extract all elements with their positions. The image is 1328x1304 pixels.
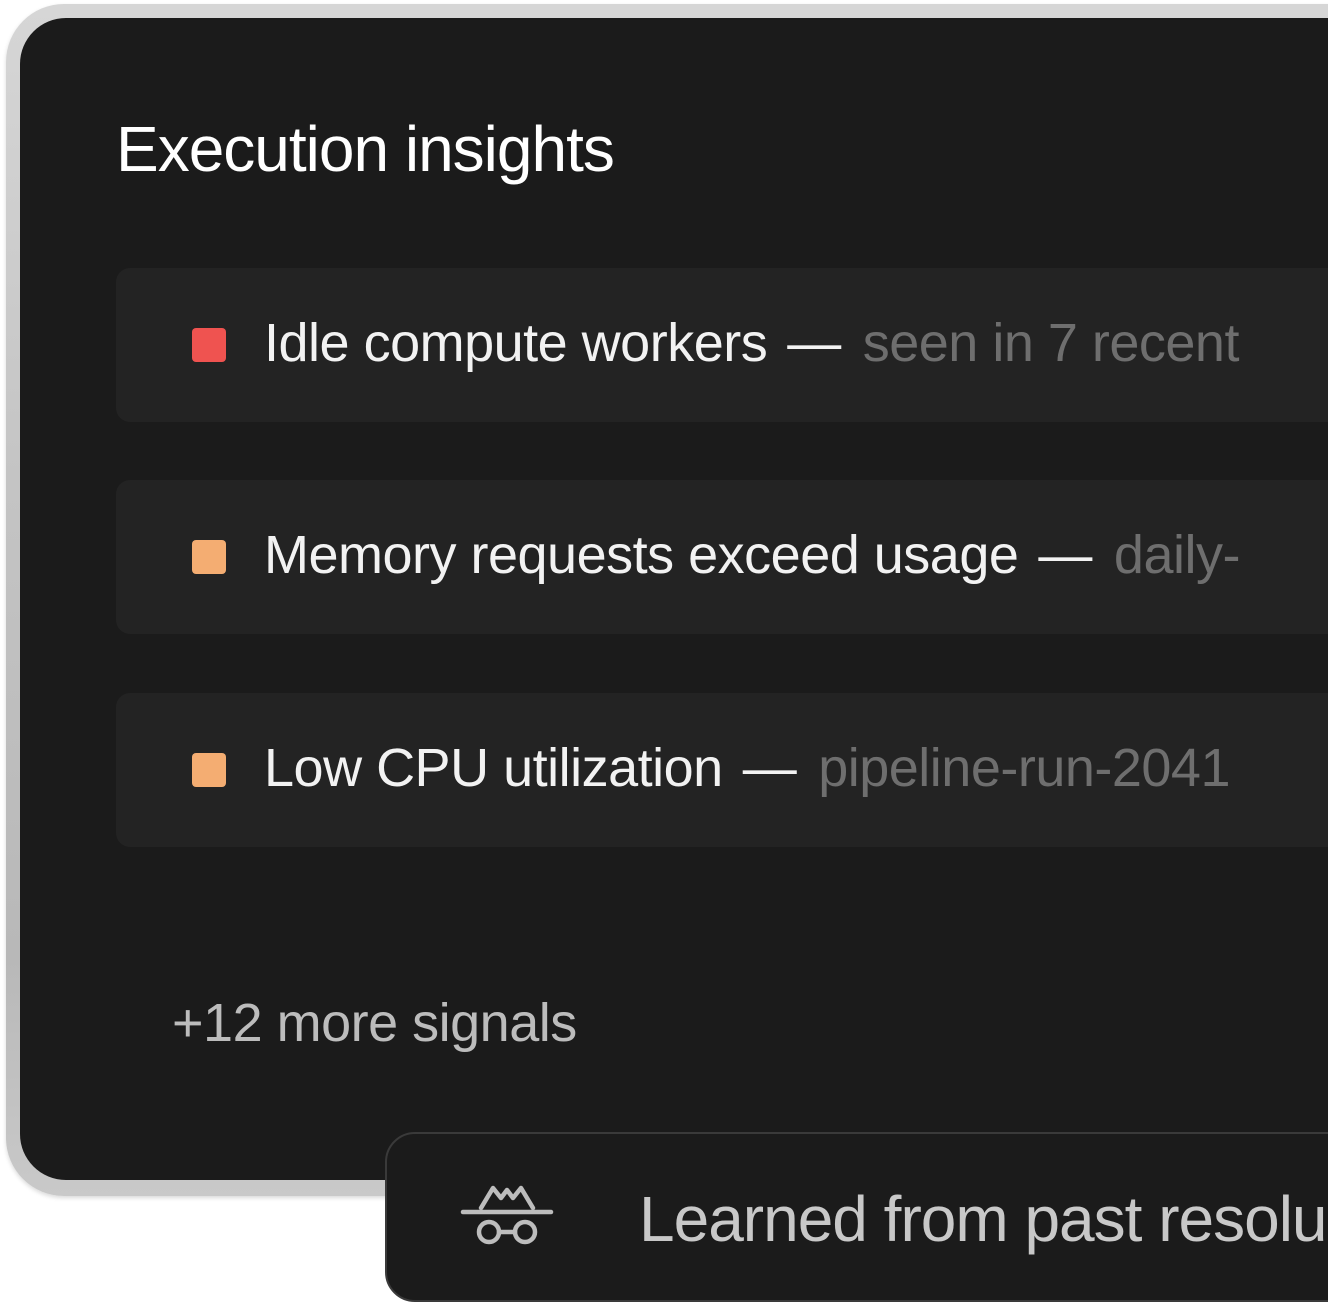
signal-row-low-cpu[interactable]: Low CPU utilization — pipeline-run-2041 (116, 693, 1328, 847)
signal-separator: — (742, 738, 797, 798)
severity-medium-icon (192, 540, 226, 574)
toast-label: Learned from past resolu (639, 1183, 1327, 1255)
signal-detail: seen in 7 recent (862, 313, 1240, 373)
signal-text: Idle compute workers — seen in 7 recent (264, 312, 1239, 374)
signal-separator: — (787, 313, 841, 373)
signal-label: Idle compute workers (264, 313, 768, 373)
stage: Execution insights Idle compute workers —… (0, 0, 1328, 1304)
signal-row-memory-requests[interactable]: Memory requests exceed usage — daily- (116, 480, 1328, 634)
panel-title: Execution insights (116, 113, 615, 185)
signal-label: Low CPU utilization (264, 738, 723, 798)
signal-text: Memory requests exceed usage — daily- (264, 524, 1240, 586)
learned-toast[interactable]: Learned from past resolu (385, 1132, 1328, 1302)
signal-text: Low CPU utilization — pipeline-run-2041 (264, 737, 1230, 799)
more-signals-link[interactable]: +12 more signals (172, 992, 577, 1054)
signal-separator: — (1038, 525, 1092, 585)
severity-high-icon (192, 328, 226, 362)
signal-row-idle-compute[interactable]: Idle compute workers — seen in 7 recent (116, 268, 1328, 422)
signal-detail: pipeline-run-2041 (818, 738, 1230, 798)
signal-label: Memory requests exceed usage (264, 525, 1019, 585)
severity-medium-icon (192, 753, 226, 787)
incognito-icon (459, 1180, 555, 1256)
signal-detail: daily- (1113, 525, 1241, 585)
